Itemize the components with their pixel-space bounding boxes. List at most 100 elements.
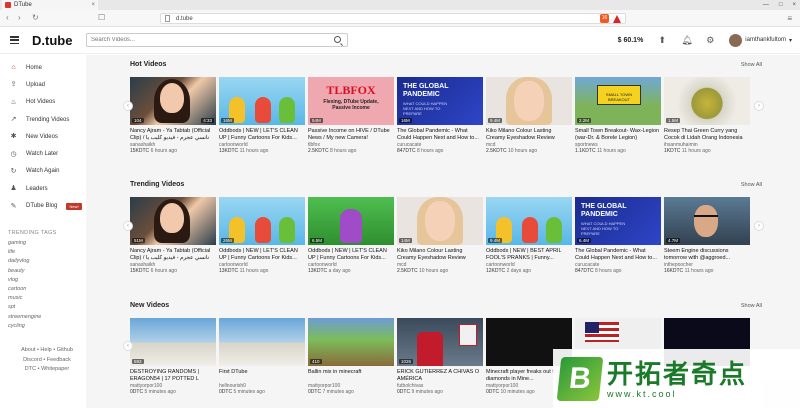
video-thumbnail[interactable]: 6.5M bbox=[308, 197, 394, 245]
video-card[interactable]: 26M Oddbods | NEW | LET'S CLEAN UP | Funn… bbox=[219, 197, 305, 274]
video-card[interactable]: 104 4:33 Nancy Ajram - Ya Tabtab (Official… bbox=[130, 77, 216, 154]
trending-tag[interactable]: spt bbox=[8, 304, 41, 313]
sidebar-item-home[interactable]: ⌂ Home bbox=[0, 59, 85, 76]
sidebar-item-upload[interactable]: ⇪ Upload bbox=[0, 76, 85, 93]
video-card[interactable]: 9.4M Kiko Milano Colour Lasting Creamy Ey… bbox=[486, 77, 572, 154]
video-title[interactable]: Oddbods | NEW | LET'S CLEAN UP | Funny C… bbox=[219, 248, 305, 262]
video-title[interactable]: Oddbods | NEW | LET'S CLEAN UP | Funny C… bbox=[308, 248, 394, 262]
video-card[interactable]: First DTube hellnourish0 0DTC 5 minutes ag… bbox=[219, 318, 305, 395]
video-title[interactable]: Oddbods | NEW | BEST APRIL FOOL'S PRANKS… bbox=[486, 248, 572, 262]
carousel-prev-icon[interactable]: ‹ bbox=[123, 221, 133, 231]
carousel-next-icon[interactable]: › bbox=[754, 101, 764, 111]
sidebar-item-trending-videos[interactable]: ↗ Trending Videos bbox=[0, 111, 85, 128]
hamburger-menu-icon[interactable] bbox=[10, 36, 19, 44]
trending-tag[interactable]: streemengine bbox=[8, 314, 41, 323]
video-title[interactable]: DESTROYING RANDOMS | ERAGON54 | 17 POTTE… bbox=[130, 369, 216, 383]
sidebar-item-watch-again[interactable]: ↻ Watch Again bbox=[0, 163, 85, 180]
notifications-icon[interactable]: 🔔︎ bbox=[681, 35, 692, 45]
page-info-icon[interactable] bbox=[165, 15, 170, 22]
video-title[interactable]: Passive Income on HIVE / DTube News / My… bbox=[308, 128, 394, 142]
video-card[interactable]: TLBFOX Flexing, DTube Update, Passive Inco… bbox=[308, 77, 394, 154]
video-card[interactable]: 4.7M Steem Engine discussions tomorrow wi… bbox=[664, 197, 750, 274]
trending-tag[interactable]: dailyvlog bbox=[8, 258, 41, 267]
brave-rewards-icon[interactable] bbox=[613, 14, 621, 23]
bookmark-icon[interactable]: ☐ bbox=[98, 13, 105, 22]
video-thumbnail[interactable]: 14M bbox=[397, 197, 483, 245]
video-title[interactable]: Resep Thai Green Curry yang Cocok di Lid… bbox=[664, 128, 750, 142]
video-card[interactable]: THE GLOBAL PANDEMIC WHAT COULD HAPPEN NEX… bbox=[397, 77, 483, 154]
video-card[interactable]: 1026 ERICK GUTIERREZ A CHIVAS O AMÉRICA fu… bbox=[397, 318, 483, 395]
video-thumbnail[interactable]: 1026 bbox=[397, 318, 483, 366]
video-card[interactable]: 410 Ballin mix in minecraft mattyorpor100 0… bbox=[308, 318, 394, 395]
show-all-link[interactable]: Show All bbox=[741, 182, 762, 188]
video-title[interactable]: Small Town Breakout- Wax-Legion (war-Dr.… bbox=[575, 128, 661, 142]
forward-icon[interactable]: › bbox=[18, 13, 21, 22]
user-menu[interactable]: iamthankfultom ▾ bbox=[729, 33, 792, 47]
video-title[interactable]: Kiko Milano Colour Lasting Creamy Eyesha… bbox=[486, 128, 572, 142]
trending-tag[interactable]: life bbox=[8, 249, 41, 258]
trending-tag[interactable]: vlog bbox=[8, 277, 41, 286]
carousel-prev-icon[interactable]: ‹ bbox=[123, 341, 133, 351]
video-title[interactable]: Nancy Ajram - Ya Tabtab (Official Clip) … bbox=[130, 248, 216, 262]
video-title[interactable]: Kiko Milano Colour Lasting Creamy Eyesha… bbox=[397, 248, 483, 262]
close-tab-icon[interactable]: × bbox=[91, 2, 95, 8]
maximize-icon[interactable]: □ bbox=[779, 2, 783, 8]
reload-icon[interactable]: ↻ bbox=[32, 13, 39, 22]
dtc-price[interactable]: $ 60.1% bbox=[618, 37, 644, 44]
video-title[interactable]: Ballin mix in minecraft bbox=[308, 369, 394, 383]
search-icon[interactable] bbox=[334, 36, 341, 43]
video-thumbnail[interactable]: 16M bbox=[219, 77, 305, 125]
video-thumbnail[interactable]: THE GLOBAL PANDEMIC WHAT COULD HAPPEN NEX… bbox=[397, 77, 483, 125]
footer-line-1[interactable]: About • Help • Github bbox=[8, 346, 86, 356]
sidebar-item-new-videos[interactable]: ✱ New Videos bbox=[0, 128, 85, 145]
video-card[interactable]: 6.5M Oddbods | NEW | LET'S CLEAN UP | Fun… bbox=[308, 197, 394, 274]
video-card[interactable]: SMALL TOWN BREAKOUT 2.2M Small Town Breako… bbox=[575, 77, 661, 154]
video-thumbnail[interactable]: 9.4M bbox=[486, 197, 572, 245]
settings-icon[interactable]: ⚙ bbox=[705, 35, 715, 45]
upload-icon[interactable]: ⬆ bbox=[657, 35, 667, 45]
trending-tag[interactable]: cycling bbox=[8, 323, 41, 332]
video-thumbnail[interactable]: 1.5M bbox=[664, 77, 750, 125]
sidebar-item-leaders[interactable]: ♟ Leaders bbox=[0, 180, 85, 197]
video-thumbnail[interactable]: 4.7M bbox=[664, 197, 750, 245]
url-field[interactable]: d.tube 16 bbox=[160, 13, 626, 24]
sidebar-item-dtube-blog[interactable]: ✎ DTube Blog New! bbox=[0, 197, 85, 214]
video-thumbnail[interactable]: 51M bbox=[130, 197, 216, 245]
video-title[interactable]: First DTube bbox=[219, 369, 305, 383]
video-card[interactable]: 14M Kiko Milano Colour Lasting Creamy Eye… bbox=[397, 197, 483, 274]
video-thumbnail[interactable]: TLBFOX Flexing, DTube Update, Passive Inco… bbox=[308, 77, 394, 125]
video-thumbnail[interactable]: 593 bbox=[130, 318, 216, 366]
video-thumbnail[interactable]: 104 4:33 bbox=[130, 77, 216, 125]
video-thumbnail[interactable]: THE GLOBAL PANDEMIC WHAT COULD HAPPEN NEX… bbox=[575, 197, 661, 245]
video-thumbnail[interactable]: 410 bbox=[308, 318, 394, 366]
close-window-icon[interactable]: × bbox=[792, 2, 796, 8]
carousel-next-icon[interactable]: › bbox=[754, 221, 764, 231]
video-thumbnail[interactable]: 9.4M bbox=[486, 77, 572, 125]
browser-tab[interactable]: DTube × bbox=[2, 0, 98, 10]
back-icon[interactable]: ‹ bbox=[6, 13, 9, 22]
brave-shield-icon[interactable]: 16 bbox=[600, 14, 609, 23]
video-title[interactable]: ERICK GUTIERREZ A CHIVAS O AMÉRICA bbox=[397, 369, 483, 383]
video-card[interactable]: 16M Oddbods | NEW | LET'S CLEAN UP | Funn… bbox=[219, 77, 305, 154]
footer-line-2[interactable]: Discord • Feedback bbox=[8, 356, 86, 366]
show-all-link[interactable]: Show All bbox=[741, 62, 762, 68]
search-input[interactable] bbox=[86, 33, 348, 47]
video-card[interactable]: 9.4M Oddbods | NEW | BEST APRIL FOOL'S PR… bbox=[486, 197, 572, 274]
trending-tag[interactable]: beauty bbox=[8, 268, 41, 277]
browser-menu-icon[interactable]: ≡ bbox=[787, 14, 792, 23]
video-card[interactable]: 593 DESTROYING RANDOMS | ERAGON54 | 17 PO… bbox=[130, 318, 216, 395]
sidebar-item-watch-later[interactable]: ◷ Watch Later bbox=[0, 145, 85, 162]
video-card[interactable]: THE GLOBAL PANDEMIC WHAT COULD HAPPEN NEX… bbox=[575, 197, 661, 274]
video-title[interactable]: The Global Pandemic - What Could Happen … bbox=[575, 248, 661, 262]
sidebar-item-hot-videos[interactable]: ♨ Hot Videos bbox=[0, 94, 85, 111]
show-all-link[interactable]: Show All bbox=[741, 303, 762, 309]
trending-tag[interactable]: gaming bbox=[8, 240, 41, 249]
video-card[interactable]: 51M Nancy Ajram - Ya Tabtab (Official Cli… bbox=[130, 197, 216, 274]
video-title[interactable]: Oddbods | NEW | LET'S CLEAN UP | Funny C… bbox=[219, 128, 305, 142]
video-title[interactable]: Steem Engine discussions tomorrow with @… bbox=[664, 248, 750, 262]
dtube-logo[interactable]: D.tube bbox=[32, 33, 72, 48]
trending-tag[interactable]: music bbox=[8, 295, 41, 304]
minimize-icon[interactable]: — bbox=[763, 2, 769, 8]
video-thumbnail[interactable]: 26M bbox=[219, 197, 305, 245]
video-title[interactable]: The Global Pandemic - What Could Happen … bbox=[397, 128, 483, 142]
